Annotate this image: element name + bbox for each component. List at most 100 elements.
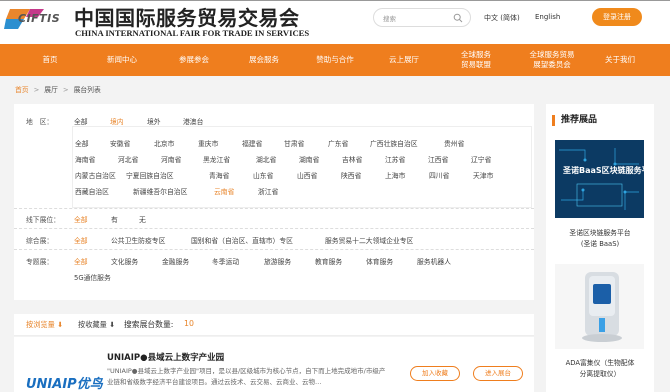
- province-item[interactable]: 海南省: [75, 154, 95, 164]
- province-item[interactable]: 湖南省: [299, 154, 319, 164]
- product-caption[interactable]: ADA富集仪（生物配体 分离提取仪）: [546, 358, 654, 380]
- sort-by-views[interactable]: 按浏览量 ⬇: [26, 320, 63, 330]
- region-tab-hmt[interactable]: 港澳台: [183, 116, 203, 126]
- province-item[interactable]: 甘肃省: [284, 138, 304, 148]
- special-option[interactable]: 旅游服务: [264, 256, 291, 266]
- special-option-all[interactable]: 全部: [74, 256, 88, 266]
- site-header: CIFTIS 中国国际服务贸易交易会 CHINA INTERNATIONAL F…: [0, 0, 670, 44]
- province-item[interactable]: 山西省: [297, 170, 317, 180]
- exhibitor-list-item[interactable]: UNIAIP优鸟 UNIAIP●县域云上数字产业园 "UNIAIP●县域云上数字…: [14, 337, 534, 392]
- nav-item-home[interactable]: 首页: [20, 44, 80, 76]
- province-item[interactable]: 福建省: [242, 138, 262, 148]
- search-input[interactable]: 搜索: [373, 8, 471, 27]
- recommended-title: 推荐展品: [552, 115, 597, 126]
- nav-item-alliance[interactable]: 全球服务 贸易联盟: [440, 44, 512, 76]
- special-option[interactable]: 教育服务: [315, 256, 342, 266]
- province-item[interactable]: 安徽省: [110, 138, 130, 148]
- special-option[interactable]: 5G通信服务: [74, 272, 111, 282]
- region-tab-overseas[interactable]: 境外: [147, 116, 161, 126]
- province-item[interactable]: 天津市: [473, 170, 493, 180]
- province-item[interactable]: 江西省: [428, 154, 448, 164]
- province-item[interactable]: 内蒙古自治区: [75, 170, 116, 180]
- breadcrumb-current: 展台列表: [73, 86, 101, 94]
- search-icon[interactable]: [453, 13, 463, 23]
- logo-text: CIFTIS: [18, 12, 61, 25]
- province-item[interactable]: 广西壮族自治区: [370, 138, 418, 148]
- site-title-en: CHINA INTERNATIONAL FAIR FOR TRADE IN SE…: [75, 28, 310, 38]
- device-icon: [582, 272, 622, 342]
- breadcrumb-home[interactable]: 首页: [15, 86, 29, 94]
- nav-item-sponsor[interactable]: 赞助与合作: [300, 44, 370, 76]
- province-item[interactable]: 吉林省: [342, 154, 362, 164]
- main-nav: 首页 新闻中心 参展参会 展会服务 赞助与合作 云上展厅 全球服务 贸易联盟 全…: [0, 44, 670, 76]
- province-list: 全部 安徽省 北京市 重庆市 福建省 甘肃省 广东省 广西壮族自治区 贵州省 海…: [72, 126, 532, 208]
- sort-arrow-icon: ⬇: [106, 320, 116, 329]
- province-item[interactable]: 四川省: [429, 170, 449, 180]
- filter-panel: 地 区： 全部 境内 境外 港澳台 全部 安徽省 北京市 重庆市 福建省 甘肃省…: [14, 104, 534, 300]
- province-item-selected[interactable]: 云南省: [214, 186, 234, 196]
- province-item[interactable]: 青海省: [209, 170, 229, 180]
- region-tab-all[interactable]: 全部: [74, 116, 88, 126]
- comprehensive-option-all[interactable]: 全部: [74, 235, 88, 245]
- divider: [14, 208, 534, 209]
- special-option[interactable]: 体育服务: [366, 256, 393, 266]
- offline-option-yes[interactable]: 有: [111, 214, 118, 224]
- comprehensive-option[interactable]: 公共卫生防疫专区: [111, 235, 165, 245]
- breadcrumb-hall[interactable]: 展厅: [44, 86, 58, 94]
- province-item[interactable]: 辽宁省: [471, 154, 491, 164]
- province-item[interactable]: 河北省: [118, 154, 138, 164]
- province-item[interactable]: 上海市: [385, 170, 405, 180]
- nav-item-about[interactable]: 关于我们: [590, 44, 650, 76]
- region-tab-domestic[interactable]: 境内: [110, 116, 124, 126]
- site-title-cn: 中国国际服务贸易交易会: [74, 6, 300, 30]
- result-count-value: 10: [184, 319, 194, 328]
- product-banner-text: 圣诺BaaS区块链服务平台: [563, 166, 644, 175]
- province-item[interactable]: 广东省: [328, 138, 348, 148]
- breadcrumb-separator: >: [62, 86, 69, 94]
- add-favorite-button[interactable]: 加入收藏: [410, 366, 460, 381]
- lang-english-link[interactable]: English: [535, 13, 560, 21]
- offline-booth-label: 线下展位：: [26, 216, 60, 224]
- province-item[interactable]: 江苏省: [385, 154, 405, 164]
- breadcrumb: 首页 > 展厅 > 展台列表: [15, 84, 101, 94]
- province-item[interactable]: 重庆市: [198, 138, 218, 148]
- province-item[interactable]: 河南省: [161, 154, 181, 164]
- ciftis-logo[interactable]: CIFTIS: [4, 5, 66, 41]
- nav-item-services[interactable]: 展会服务: [232, 44, 296, 76]
- province-item[interactable]: 宁夏回族自治区: [126, 170, 174, 180]
- comprehensive-option[interactable]: 服务贸易十二大领域企业专区: [325, 235, 413, 245]
- product-caption[interactable]: 圣诺区块链服务平台 (圣诺 BaaS): [546, 228, 654, 250]
- recommended-product-image[interactable]: [555, 264, 644, 349]
- province-item[interactable]: 湖北省: [256, 154, 276, 164]
- province-item[interactable]: 山东省: [253, 170, 273, 180]
- lang-chinese-link[interactable]: 中文 (简体): [484, 13, 520, 23]
- special-option[interactable]: 金融服务: [162, 256, 189, 266]
- nav-item-committee[interactable]: 全球服务贸易 展望委员会: [512, 44, 592, 76]
- special-option[interactable]: 文化服务: [111, 256, 138, 266]
- offline-option-all[interactable]: 全部: [74, 214, 88, 224]
- sort-arrow-icon: ⬇: [54, 320, 64, 329]
- province-item[interactable]: 贵州省: [444, 138, 464, 148]
- province-item[interactable]: 全部: [75, 138, 89, 148]
- province-item[interactable]: 新疆维吾尔自治区: [133, 186, 187, 196]
- divider: [14, 228, 534, 229]
- enter-booth-button[interactable]: 进入展台: [473, 366, 523, 381]
- province-item[interactable]: 西藏自治区: [75, 186, 109, 196]
- sort-by-favorites[interactable]: 按收藏量 ⬇: [78, 320, 115, 330]
- province-item[interactable]: 陕西省: [341, 170, 361, 180]
- province-item[interactable]: 黑龙江省: [203, 154, 230, 164]
- recommended-product-image[interactable]: 圣诺BaaS区块链服务平台: [555, 140, 644, 218]
- offline-option-no[interactable]: 无: [139, 214, 146, 224]
- region-label: 地 区：: [26, 118, 54, 126]
- nav-item-exhibit[interactable]: 参展参会: [162, 44, 226, 76]
- exhibitor-title[interactable]: UNIAIP●县域云上数字产业园: [107, 351, 224, 363]
- comprehensive-option[interactable]: 国别和省（自治区、直辖市）专区: [191, 235, 293, 245]
- login-register-button[interactable]: 登录注册: [592, 8, 642, 26]
- special-option[interactable]: 冬季运动: [212, 256, 239, 266]
- nav-item-cloud-hall[interactable]: 云上展厅: [372, 44, 436, 76]
- result-count-label: 搜索展台数量:: [124, 320, 174, 329]
- province-item[interactable]: 浙江省: [258, 186, 278, 196]
- special-option[interactable]: 服务机器人: [417, 256, 451, 266]
- nav-item-news[interactable]: 新闻中心: [90, 44, 154, 76]
- province-item[interactable]: 北京市: [154, 138, 174, 148]
